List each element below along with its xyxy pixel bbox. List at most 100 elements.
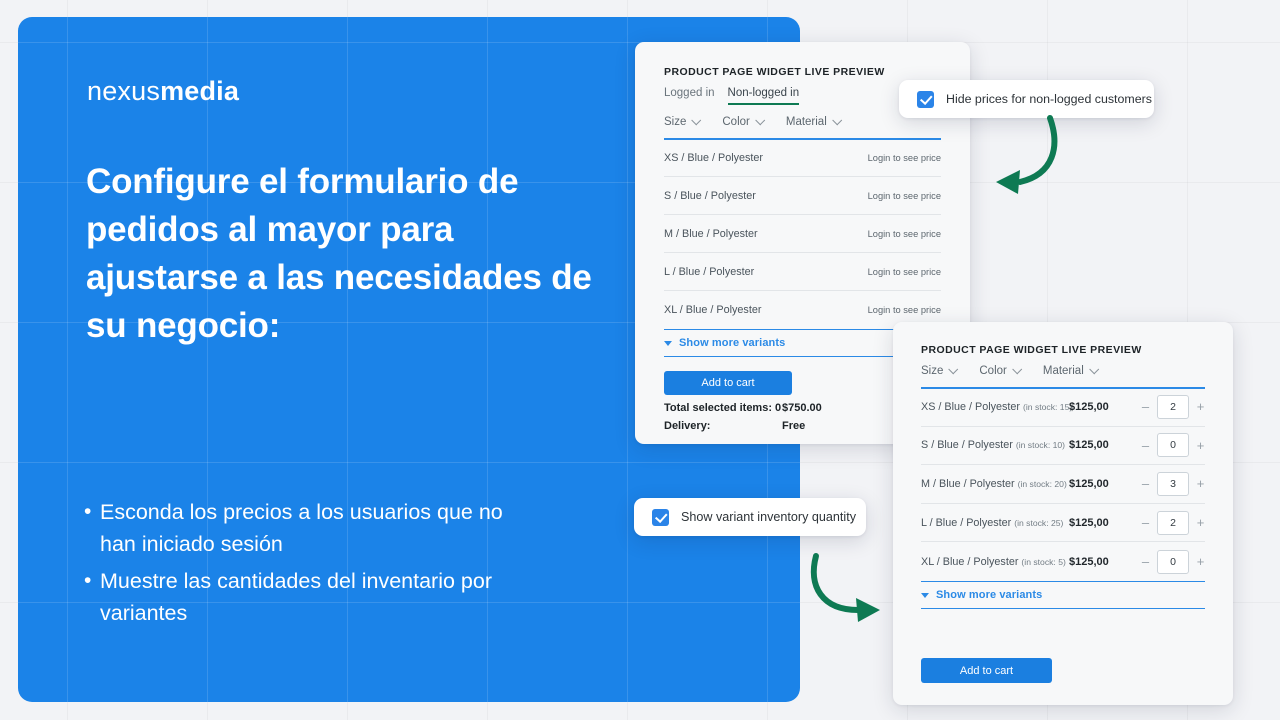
- curved-arrow-left-icon: [996, 115, 1058, 194]
- variant-table: XS / Blue / Polyester Login to see price…: [664, 139, 941, 329]
- variant-filter-bar: Size Color Material: [921, 363, 1099, 377]
- increment-button[interactable]: +: [1196, 477, 1205, 490]
- triangle-down-icon: [664, 340, 672, 346]
- card-title: PRODUCT PAGE WIDGET LIVE PREVIEW: [664, 66, 885, 78]
- table-row[interactable]: M / Blue / Polyester Login to see price: [664, 215, 941, 253]
- list-item: • Esconda los precios a los usuarios que…: [84, 496, 514, 561]
- totals-delivery-row: Delivery: Free: [664, 420, 822, 432]
- variant-name: S / Blue / Polyester: [664, 189, 756, 202]
- tab-logged-in[interactable]: Logged in: [664, 87, 715, 105]
- quantity-input[interactable]: 2: [1157, 394, 1189, 419]
- chevron-down-icon: [755, 114, 766, 125]
- card-title: PRODUCT PAGE WIDGET LIVE PREVIEW: [921, 344, 1142, 356]
- checkbox-checked-icon[interactable]: [652, 508, 669, 526]
- variant-name-text: S / Blue / Polyester: [921, 439, 1013, 452]
- variant-price: $125,00: [1069, 555, 1109, 568]
- bullet-marker-icon: •: [84, 500, 92, 523]
- variant-price: $125,00: [1069, 516, 1109, 529]
- chevron-down-icon: [1089, 363, 1099, 374]
- show-more-wrap: Show more variants: [921, 581, 1205, 609]
- variant-name: XL / Blue / Polyester: [664, 304, 762, 316]
- decrement-button[interactable]: –: [1141, 477, 1150, 490]
- increment-button[interactable]: +: [1196, 516, 1205, 529]
- list-item-label: Esconda los precios a los usuarios que n…: [100, 500, 503, 557]
- add-to-cart-button[interactable]: Add to cart: [664, 371, 792, 395]
- variant-stock: (in stock: 25): [1014, 517, 1064, 528]
- list-item-label: Muestre las cantidades del inventario po…: [100, 568, 492, 625]
- show-inventory-toggle-pill[interactable]: Show variant inventory quantity: [634, 498, 866, 536]
- variant-price: $125,00: [1069, 439, 1109, 452]
- tab-non-logged-in[interactable]: Non-logged in: [727, 87, 800, 105]
- table-row[interactable]: M / Blue / Polyester (in stock: 20) $125…: [921, 465, 1205, 504]
- table-row[interactable]: XL / Blue / Polyester (in stock: 5) $125…: [921, 542, 1205, 581]
- variant-name: XS / Blue / Polyester (in stock: 15): [921, 401, 1072, 413]
- increment-button[interactable]: +: [1196, 439, 1205, 452]
- order-totals: Total selected items: 0 $750.00 Delivery…: [664, 402, 822, 438]
- decrement-button[interactable]: –: [1141, 555, 1150, 568]
- totals-items-value: $750.00: [782, 402, 822, 414]
- variant-name-text: XL / Blue / Polyester: [921, 555, 1019, 568]
- table-row[interactable]: L / Blue / Polyester (in stock: 25) $125…: [921, 504, 1205, 543]
- show-more-variants-button[interactable]: Show more variants: [921, 581, 1205, 609]
- hide-prices-toggle-pill[interactable]: Hide prices for non-logged customers: [899, 80, 1154, 118]
- variant-name: M / Blue / Polyester: [664, 227, 758, 240]
- show-more-wrap: Show more variants: [664, 329, 922, 357]
- widget-preview-card-inventory: PRODUCT PAGE WIDGET LIVE PREVIEW Size Co…: [893, 322, 1233, 705]
- filter-color[interactable]: Color: [722, 114, 766, 128]
- variant-stock: (in stock: 5): [1021, 556, 1066, 567]
- variant-price: Login to see price: [867, 228, 941, 239]
- variant-filter-bar: Size Color Material: [664, 114, 842, 128]
- quantity-stepper: – 3 +: [1141, 471, 1205, 496]
- quantity-input[interactable]: 2: [1157, 510, 1189, 535]
- variant-name: S / Blue / Polyester (in stock: 10): [921, 439, 1069, 451]
- filter-size-label: Size: [921, 365, 944, 377]
- variant-name: L / Blue / Polyester (in stock: 25): [921, 517, 1069, 529]
- totals-items-row: Total selected items: 0 $750.00: [664, 402, 822, 414]
- quantity-stepper: – 2 +: [1141, 394, 1205, 419]
- totals-items-label: Total selected items: 0: [664, 402, 782, 414]
- table-row[interactable]: L / Blue / Polyester Login to see price: [664, 253, 941, 291]
- variant-table: XS / Blue / Polyester (in stock: 15) $12…: [921, 388, 1205, 581]
- quantity-input[interactable]: 3: [1157, 471, 1189, 496]
- chevron-down-icon: [1012, 363, 1023, 374]
- variant-name-text: M / Blue / Polyester: [921, 477, 1015, 490]
- table-row[interactable]: XS / Blue / Polyester Login to see price: [664, 139, 941, 177]
- increment-button[interactable]: +: [1196, 555, 1205, 568]
- filter-size-label: Size: [664, 116, 687, 128]
- add-to-cart-button[interactable]: Add to cart: [921, 658, 1052, 683]
- decrement-button[interactable]: –: [1141, 400, 1150, 413]
- show-more-variants-label: Show more variants: [679, 337, 786, 349]
- table-row[interactable]: XS / Blue / Polyester (in stock: 15) $12…: [921, 388, 1205, 427]
- variant-name: L / Blue / Polyester: [664, 265, 755, 278]
- decrement-button[interactable]: –: [1141, 439, 1150, 452]
- filter-color-label: Color: [722, 116, 750, 128]
- curved-arrow-right-icon: [810, 553, 880, 622]
- login-state-tabs: Logged in Non-logged in: [664, 87, 800, 105]
- totals-delivery-label: Delivery:: [664, 420, 711, 432]
- variant-stock: (in stock: 10): [1015, 440, 1066, 451]
- variant-price: Login to see price: [867, 190, 941, 201]
- checkbox-checked-icon[interactable]: [917, 90, 934, 108]
- quantity-input[interactable]: 0: [1157, 433, 1189, 458]
- chevron-down-icon: [832, 114, 842, 125]
- brand-logo: nexusmedia: [87, 76, 239, 107]
- filter-material[interactable]: Material: [1043, 363, 1099, 377]
- table-row[interactable]: S / Blue / Polyester Login to see price: [664, 177, 941, 215]
- filter-material[interactable]: Material: [785, 114, 842, 128]
- show-more-variants-button[interactable]: Show more variants: [664, 329, 922, 357]
- hide-prices-toggle-label: Hide prices for non-logged customers: [946, 92, 1152, 106]
- filter-size[interactable]: Size: [921, 363, 959, 377]
- decrement-button[interactable]: –: [1141, 516, 1150, 529]
- filter-color-label: Color: [979, 365, 1007, 377]
- table-row[interactable]: S / Blue / Polyester (in stock: 10) $125…: [921, 427, 1205, 466]
- variant-price: $125,00: [1069, 477, 1109, 490]
- quantity-input[interactable]: 0: [1157, 549, 1189, 574]
- filter-material-label: Material: [785, 116, 827, 128]
- filter-color[interactable]: Color: [979, 363, 1023, 377]
- variant-name-text: L / Blue / Polyester: [921, 516, 1012, 529]
- filter-size[interactable]: Size: [664, 114, 702, 128]
- variant-price: Login to see price: [867, 152, 941, 163]
- show-more-variants-label: Show more variants: [936, 589, 1043, 601]
- increment-button[interactable]: +: [1196, 400, 1205, 413]
- feature-bullet-list: • Esconda los precios a los usuarios que…: [84, 496, 514, 633]
